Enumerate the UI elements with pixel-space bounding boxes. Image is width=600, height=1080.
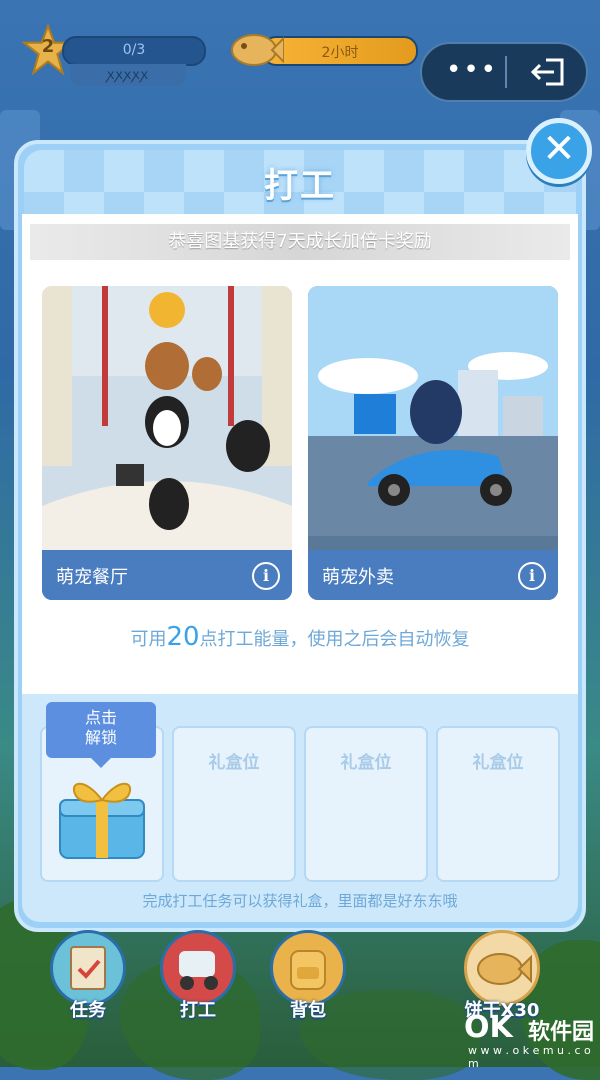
task-progress-text: 0/3 — [122, 42, 146, 58]
gift-slot-label: 礼盒位 — [472, 753, 524, 773]
restaurant-scene — [42, 286, 292, 550]
fish-cookie-icon — [477, 953, 532, 985]
mini-program-capsule: ••• — [420, 42, 588, 102]
nav-tasks-label: 任务 — [70, 1000, 106, 1021]
card-title: 萌宠外卖 — [322, 567, 394, 588]
delivery-scene — [308, 286, 558, 550]
nav-backpack-button[interactable] — [270, 930, 346, 1006]
info-icon[interactable]: i — [252, 562, 280, 590]
watermark-ok: OK — [464, 1010, 513, 1045]
unlock-label: 点击 解锁 — [84, 708, 117, 747]
restaurant-job-card[interactable]: 萌宠餐厅 i — [42, 286, 292, 600]
backpack-icon — [290, 950, 326, 990]
gift-tip: 完成打工任务可以获得礼盒，里面都是好东东哦 — [142, 892, 458, 910]
delivery-job-card[interactable]: 萌宠外卖 i — [308, 286, 558, 600]
card-footer: 萌宠外卖 i — [308, 550, 558, 600]
gift-slot-label: 礼盒位 — [208, 753, 260, 773]
capsule-divider — [505, 56, 507, 88]
unlock-button[interactable]: 点击 解锁 — [46, 702, 156, 768]
scooter-icon — [179, 951, 218, 990]
nav-backpack-label: 背包 — [290, 1000, 326, 1021]
gift-slot-label: 礼盒位 — [340, 753, 392, 773]
nav-work-button[interactable] — [160, 930, 236, 1006]
timer-bar: 2小时 — [262, 36, 418, 66]
nav-work-label: 打工 — [180, 1000, 216, 1021]
gift-slot: 礼盒位 — [436, 726, 560, 882]
nav-cookie-button[interactable] — [464, 930, 540, 1006]
progress-ribbon: ꭗꭗꭗꭗꭗ — [70, 64, 186, 86]
gift-slot: 礼盒位 — [304, 726, 428, 882]
energy-suffix: 点打工能量，使用之后会自动恢复 — [199, 629, 470, 650]
energy-prefix: 可用 — [130, 629, 167, 650]
more-dots-icon[interactable]: ••• — [446, 57, 496, 86]
card-footer: 萌宠餐厅 i — [42, 550, 292, 600]
card-title: 萌宠餐厅 — [56, 567, 128, 588]
watermark: OK 软件园 w w w . o k e m u . c o m — [424, 1010, 595, 1070]
energy-text: 可用20点打工能量，使用之后会自动恢复 — [0, 622, 600, 652]
modal-title: 打工 — [264, 166, 336, 206]
gift-slot: 礼盒位 — [172, 726, 296, 882]
fish-cookie-icon — [228, 30, 285, 70]
info-icon[interactable]: i — [518, 562, 546, 590]
timer-text: 2小时 — [321, 45, 359, 61]
reward-notice: 恭喜图基获得7天成长加倍卡奖励 — [30, 224, 570, 260]
exit-icon[interactable] — [528, 56, 568, 88]
watermark-url: w w w . o k e m u . c o m — [468, 1044, 591, 1070]
task-clipboard-icon — [70, 946, 106, 990]
watermark-name: 软件园 — [528, 1020, 595, 1045]
nav-tasks-button[interactable] — [50, 930, 126, 1006]
task-progress-bar: 0/3 — [62, 36, 206, 66]
energy-value: 20 — [166, 622, 200, 652]
gift-box-icon — [54, 770, 150, 862]
